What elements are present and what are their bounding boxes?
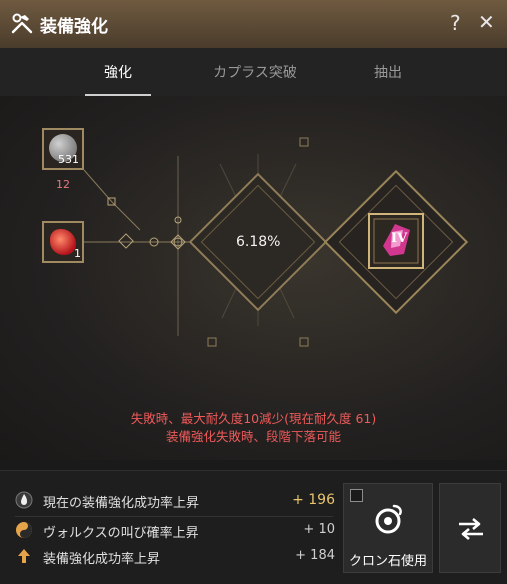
downgrade-warning: 装備強化失敗時、段階下落可能 — [165, 429, 341, 444]
red-crystal-icon — [50, 229, 76, 255]
bonus-row: ヴォルクスの叫び確率上昇 + 10 — [15, 521, 335, 543]
cron-stone-icon — [375, 504, 402, 534]
swap-arrows-icon — [459, 518, 483, 540]
enhancement-window: 装備強化 ? ✕ 強化 カプラス突破 抽出 531 12 1 IV 6.18% … — [0, 0, 507, 584]
total-bonus-value: + 196 — [292, 492, 335, 508]
failure-warning: 失敗時、最大耐久度10減少(現在耐久度 61) — [130, 411, 377, 426]
crystal-slot[interactable]: 1 — [42, 221, 84, 263]
yin-yang-icon — [16, 522, 32, 538]
close-button[interactable]: ✕ — [478, 10, 495, 34]
bonus-row: 装備強化成功率上昇 + 184 — [15, 547, 335, 569]
bonus-value: + 10 — [303, 522, 335, 537]
bonus-value: + 184 — [295, 548, 335, 563]
bonus-label: 装備強化成功率上昇 — [43, 552, 161, 567]
cron-stone-label: クロン石使用 — [348, 554, 427, 569]
total-bonus-label: 現在の装備強化成功率上昇 — [43, 496, 200, 511]
tab-caphras[interactable]: カプラス突破 — [195, 62, 315, 82]
bonus-label: ヴォルクスの叫び確率上昇 — [43, 526, 199, 541]
black-stone-slot[interactable]: 531 — [42, 128, 84, 170]
success-rate: 6.18% — [236, 234, 281, 250]
black-stone-count: 531 — [58, 153, 79, 166]
flame-icon — [15, 491, 33, 509]
crystal-count: 1 — [74, 247, 81, 260]
hammer-wrench-icon — [11, 13, 33, 34]
cron-stone-checkbox[interactable] — [350, 489, 363, 502]
divider — [15, 516, 333, 517]
title-bar: 装備強化 ? ✕ — [0, 0, 507, 49]
up-arrow-icon — [18, 549, 30, 563]
window-title: 装備強化 — [40, 17, 108, 37]
help-button[interactable]: ? — [450, 11, 461, 35]
total-bonus-row: 現在の装備強化成功率上昇 + 196 — [15, 491, 335, 513]
swap-button[interactable] — [439, 483, 501, 573]
enhancement-panel: 531 12 1 IV 6.18% 失敗時、最大耐久度10減少(現在耐久度 61… — [0, 96, 507, 460]
tab-bar: 強化 カプラス突破 抽出 — [0, 48, 507, 96]
tab-enhance[interactable]: 強化 — [85, 62, 151, 82]
target-grade-label: IV — [391, 231, 408, 246]
tab-extract[interactable]: 抽出 — [355, 62, 421, 82]
cron-stone-button[interactable]: クロン石使用 — [343, 483, 433, 573]
black-stone-required: 12 — [56, 178, 70, 191]
